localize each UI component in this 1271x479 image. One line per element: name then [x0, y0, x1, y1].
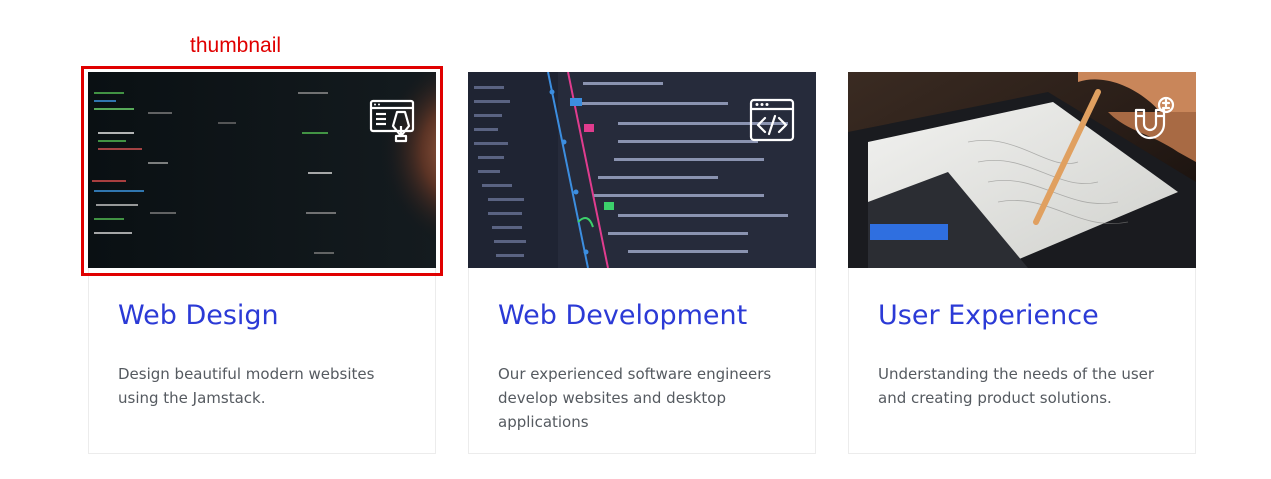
card-title[interactable]: Web Design [118, 298, 279, 334]
card-description: Design beautiful modern websites using t… [118, 365, 375, 407]
magnet-icon [1134, 96, 1175, 140]
card-description: Understanding the needs of the user and … [878, 365, 1155, 407]
web-design-icon [369, 99, 415, 143]
card-thumbnail[interactable] [468, 72, 816, 268]
service-card-user-experience[interactable]: User Experience Understanding the needs … [848, 72, 1196, 454]
card-thumbnail[interactable] [88, 72, 436, 268]
card-description: Our experienced software engineers devel… [498, 365, 772, 431]
service-card-web-design[interactable]: Web Design Design beautiful modern websi… [88, 72, 436, 454]
service-card-web-development[interactable]: Web Development Our experienced software… [468, 72, 816, 454]
card-thumbnail[interactable] [848, 72, 1196, 268]
thumbnail-annotation-label: thumbnail [190, 34, 282, 57]
card-title[interactable]: User Experience [878, 298, 1099, 334]
card-title[interactable]: Web Development [498, 298, 747, 334]
code-window-icon [749, 98, 795, 142]
